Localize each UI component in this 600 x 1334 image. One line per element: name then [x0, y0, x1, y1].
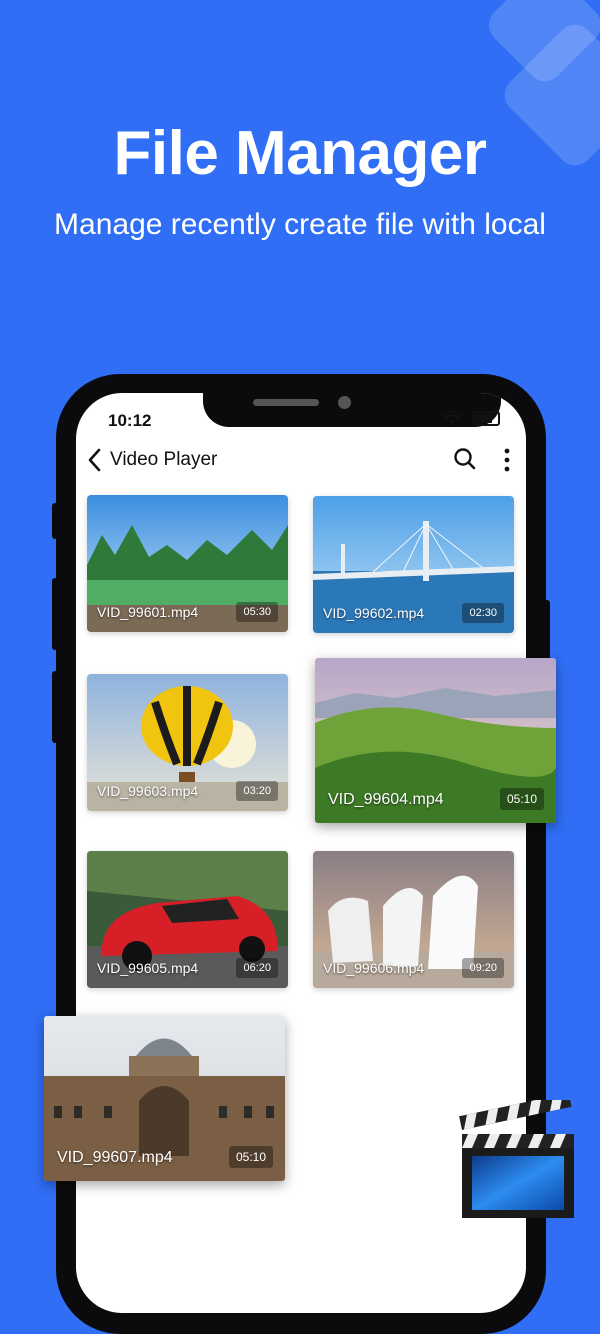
speaker-grille — [253, 399, 319, 406]
video-name: VID_99605.mp4 — [97, 960, 199, 976]
video-duration: 05:10 — [499, 788, 544, 810]
promo-subline: Manage recently create file with local — [54, 208, 546, 241]
video-card[interactable]: VID_99605.mp4 06:20 — [87, 851, 288, 988]
page-title: Video Player — [110, 449, 218, 470]
video-name: VID_99604.mp4 — [328, 791, 444, 808]
status-icons — [442, 411, 500, 426]
video-card[interactable]: VID_99607.mp4 05:10 — [44, 1016, 285, 1181]
video-name: VID_99603.mp4 — [97, 783, 199, 799]
video-duration: 06:20 — [236, 958, 278, 978]
video-card[interactable]: VID_99601.mp4 05:30 — [87, 495, 288, 632]
more-vertical-icon[interactable] — [502, 447, 512, 473]
promo-headline: File Manager — [113, 119, 488, 188]
video-name: VID_99602.mp4 — [323, 605, 425, 621]
search-icon[interactable] — [452, 446, 478, 472]
video-card[interactable]: VID_99604.mp4 05:10 — [315, 658, 556, 823]
video-duration: 03:20 — [236, 781, 278, 801]
back-arrow-icon[interactable] — [86, 447, 104, 473]
video-duration: 05:10 — [228, 1146, 273, 1168]
video-duration: 09:20 — [462, 958, 504, 978]
video-card[interactable]: VID_99602.mp4 02:30 — [313, 496, 514, 633]
app-bar: Video Player — [76, 445, 526, 481]
clapperboard-icon — [459, 1100, 574, 1218]
video-duration: 05:30 — [236, 602, 278, 622]
status-time: 10:12 — [108, 411, 152, 430]
video-name: VID_99606.mp4 — [323, 960, 425, 976]
wifi-icon — [442, 411, 462, 425]
video-name: VID_99601.mp4 — [97, 604, 199, 620]
video-duration: 02:30 — [462, 603, 504, 623]
video-card[interactable]: VID_99606.mp4 09:20 — [313, 851, 514, 988]
battery-icon — [472, 411, 500, 426]
video-card[interactable]: VID_99603.mp4 03:20 — [87, 674, 288, 811]
front-camera — [338, 396, 351, 409]
video-name: VID_99607.mp4 — [57, 1149, 173, 1166]
